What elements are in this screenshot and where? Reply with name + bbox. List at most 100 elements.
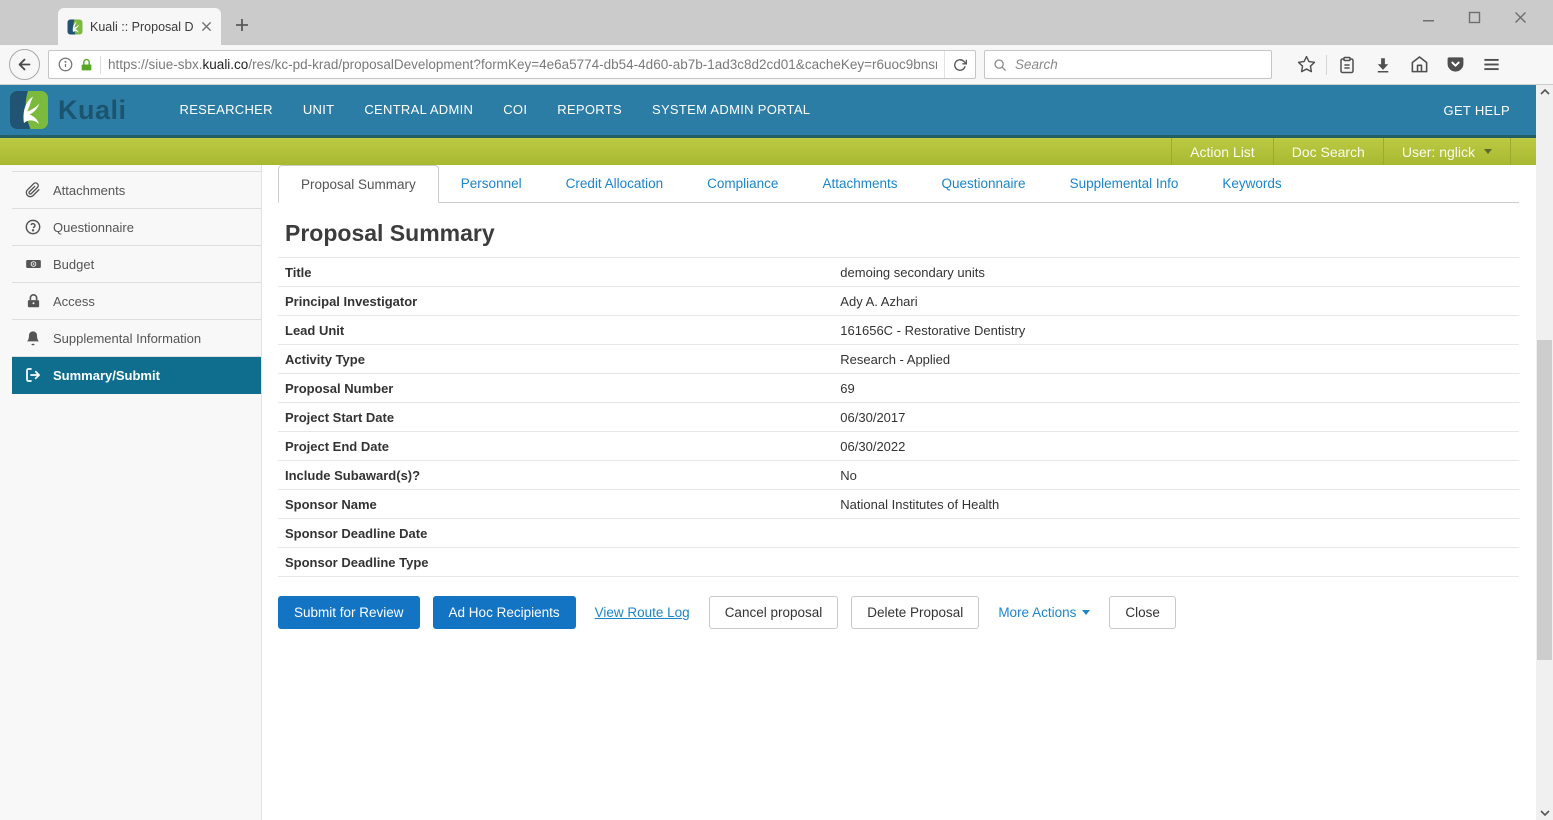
tab-title: Kuali :: Proposal Developme bbox=[90, 20, 194, 34]
tab-proposal-summary[interactable]: Proposal Summary bbox=[278, 165, 439, 203]
search-input[interactable] bbox=[1013, 56, 1263, 73]
field-value: Ady A. Azhari bbox=[840, 294, 1519, 309]
view-route-log-link[interactable]: View Route Log bbox=[595, 605, 690, 620]
sidebar-item-label: Budget bbox=[53, 257, 94, 272]
window-controls bbox=[1405, 2, 1543, 32]
field-label: Sponsor Name bbox=[285, 497, 840, 512]
sidebar-item-label: Access bbox=[53, 294, 95, 309]
sidebar-item-access[interactable]: Access bbox=[12, 283, 261, 320]
field-value: 161656C - Restorative Dentistry bbox=[840, 323, 1519, 338]
scroll-up-icon[interactable] bbox=[1536, 89, 1553, 95]
page-info-icon[interactable] bbox=[58, 57, 73, 72]
nav-coi[interactable]: COI bbox=[488, 85, 542, 135]
search-icon bbox=[993, 58, 1007, 72]
field-label: Sponsor Deadline Type bbox=[285, 555, 840, 570]
cancel-proposal-button[interactable]: Cancel proposal bbox=[709, 596, 839, 629]
pocket-icon[interactable] bbox=[1437, 48, 1473, 82]
kuali-logo-icon bbox=[10, 91, 48, 129]
tab-attachments[interactable]: Attachments bbox=[800, 165, 919, 202]
field-value: demoing secondary units bbox=[840, 265, 1519, 280]
sign-out-icon bbox=[24, 367, 42, 383]
scrollbar-thumb[interactable] bbox=[1537, 340, 1552, 660]
field-row-sponsor-deadline-type: Sponsor Deadline Type bbox=[278, 548, 1519, 577]
toolbar-icons bbox=[1288, 48, 1509, 82]
kuali-brand[interactable]: Kuali bbox=[10, 91, 127, 129]
tab-personnel[interactable]: Personnel bbox=[439, 165, 544, 202]
more-actions-menu[interactable]: More Actions bbox=[998, 605, 1090, 620]
home-icon[interactable] bbox=[1401, 48, 1437, 82]
delete-proposal-button[interactable]: Delete Proposal bbox=[851, 596, 979, 629]
sidebar-item-attachments[interactable]: Attachments bbox=[12, 172, 261, 209]
submit-for-review-button[interactable]: Submit for Review bbox=[278, 596, 420, 629]
toolbar-divider bbox=[1326, 55, 1327, 75]
field-label: Activity Type bbox=[285, 352, 840, 367]
field-row-sponsor-name: Sponsor Name National Institutes of Heal… bbox=[278, 490, 1519, 519]
ad-hoc-recipients-button[interactable]: Ad Hoc Recipients bbox=[433, 596, 576, 629]
new-tab-icon[interactable] bbox=[231, 14, 253, 36]
kuali-header: Kuali RESEARCHER UNIT CENTRAL ADMIN COI … bbox=[0, 85, 1536, 135]
downloads-icon[interactable] bbox=[1365, 48, 1401, 82]
bell-icon bbox=[24, 330, 42, 346]
page-scrollbar[interactable] bbox=[1536, 85, 1553, 820]
get-help-link[interactable]: GET HELP bbox=[1444, 103, 1510, 118]
sidebar-item-label: Questionnaire bbox=[53, 220, 134, 235]
banknote-icon bbox=[24, 256, 42, 272]
field-label: Principal Investigator bbox=[285, 294, 840, 309]
sidebar-item-supplemental-information[interactable]: Supplemental Information bbox=[12, 320, 261, 357]
nav-unit[interactable]: UNIT bbox=[288, 85, 350, 135]
user-menu[interactable]: User: nglick bbox=[1383, 138, 1510, 165]
summary-fields: Title demoing secondary units Principal … bbox=[278, 257, 1519, 577]
tab-credit-allocation[interactable]: Credit Allocation bbox=[544, 165, 686, 202]
action-buttons: Submit for Review Ad Hoc Recipients View… bbox=[278, 596, 1519, 629]
field-label: Include Subaward(s)? bbox=[285, 468, 840, 483]
field-value: No bbox=[840, 468, 1519, 483]
bookmarks-clipboard-icon[interactable] bbox=[1329, 48, 1365, 82]
sidebar: Attachments Questionnaire Budget bbox=[0, 165, 262, 820]
field-label: Title bbox=[285, 265, 840, 280]
search-bar[interactable] bbox=[984, 50, 1272, 79]
minimize-icon[interactable] bbox=[1405, 2, 1451, 32]
url-bar[interactable]: https://siue-sbx.kuali.co/res/kc-pd-krad… bbox=[48, 50, 976, 79]
close-button[interactable]: Close bbox=[1109, 596, 1176, 629]
tab-compliance[interactable]: Compliance bbox=[685, 165, 800, 202]
tab-supplemental-info[interactable]: Supplemental Info bbox=[1048, 165, 1201, 202]
sidebar-item-budget[interactable]: Budget bbox=[12, 246, 261, 283]
url-prefix: https://siue-sbx. bbox=[108, 57, 203, 72]
page-tabs: Proposal Summary Personnel Credit Alloca… bbox=[278, 165, 1519, 203]
action-list-link[interactable]: Action List bbox=[1171, 138, 1273, 165]
browser-window: Kuali :: Proposal Developme bbox=[0, 0, 1553, 820]
action-list-label: Action List bbox=[1190, 144, 1255, 160]
field-value: 06/30/2022 bbox=[840, 439, 1519, 454]
menu-hamburger-icon[interactable] bbox=[1473, 48, 1509, 82]
paperclip-icon bbox=[24, 182, 42, 198]
main-content: Proposal Summary Personnel Credit Alloca… bbox=[262, 165, 1536, 820]
nav-system-admin-portal[interactable]: SYSTEM ADMIN PORTAL bbox=[637, 85, 825, 135]
close-window-icon[interactable] bbox=[1497, 2, 1543, 32]
browser-titlebar: Kuali :: Proposal Developme bbox=[0, 0, 1553, 45]
field-row-title: Title demoing secondary units bbox=[278, 258, 1519, 287]
nav-central-admin[interactable]: CENTRAL ADMIN bbox=[349, 85, 488, 135]
sidebar-item-summary-submit[interactable]: Summary/Submit bbox=[12, 357, 261, 394]
back-button[interactable] bbox=[9, 49, 40, 80]
tab-questionnaire[interactable]: Questionnaire bbox=[920, 165, 1048, 202]
doc-search-link[interactable]: Doc Search bbox=[1273, 138, 1383, 165]
browser-tab[interactable]: Kuali :: Proposal Developme bbox=[58, 8, 221, 45]
tab-keywords[interactable]: Keywords bbox=[1200, 165, 1303, 202]
reload-button[interactable] bbox=[944, 51, 975, 78]
scroll-down-icon[interactable] bbox=[1536, 810, 1553, 816]
nav-reports[interactable]: REPORTS bbox=[542, 85, 637, 135]
top-nav: RESEARCHER UNIT CENTRAL ADMIN COI REPORT… bbox=[165, 85, 826, 135]
https-lock-icon[interactable] bbox=[80, 58, 93, 72]
sidebar-item-label: Attachments bbox=[53, 183, 125, 198]
bookmark-star-icon[interactable] bbox=[1288, 48, 1324, 82]
sidebar-item-questionnaire[interactable]: Questionnaire bbox=[12, 209, 261, 246]
url-text: https://siue-sbx.kuali.co/res/kc-pd-krad… bbox=[108, 57, 937, 72]
app-viewport: Kuali RESEARCHER UNIT CENTRAL ADMIN COI … bbox=[0, 85, 1553, 820]
tab-close-icon[interactable] bbox=[201, 21, 212, 32]
field-label: Lead Unit bbox=[285, 323, 840, 338]
page-title: Proposal Summary bbox=[285, 220, 1519, 247]
maximize-icon[interactable] bbox=[1451, 2, 1497, 32]
sidebar-item-label: Supplemental Information bbox=[53, 331, 201, 346]
nav-researcher[interactable]: RESEARCHER bbox=[165, 85, 288, 135]
utility-bar: Action List Doc Search User: nglick bbox=[0, 135, 1536, 165]
